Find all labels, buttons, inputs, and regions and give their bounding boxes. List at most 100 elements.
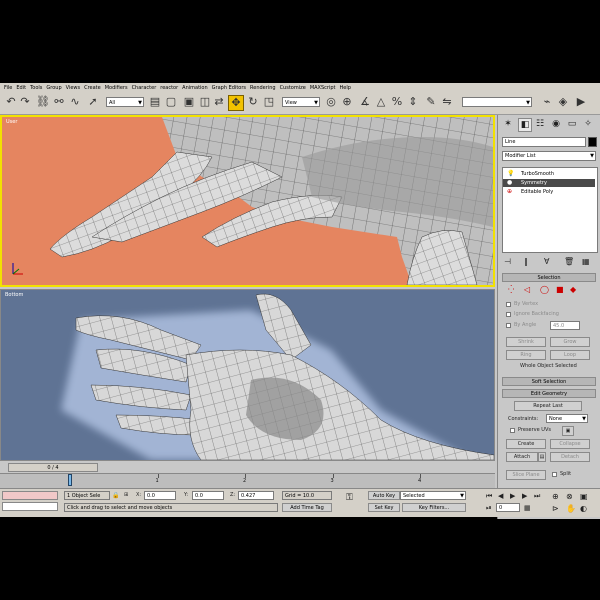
rotate-icon[interactable]: ↻ <box>246 95 260 109</box>
shrink-button[interactable]: Shrink <box>506 337 546 347</box>
vertex-level-icon[interactable]: ⁛ <box>508 285 514 294</box>
time-slider[interactable]: 0 / 4 <box>8 463 98 472</box>
next-frame-icon[interactable]: ▶ <box>522 492 527 500</box>
pin-stack-icon[interactable]: ⊣ <box>504 257 511 266</box>
remove-modifier-icon[interactable]: 🗑 <box>564 257 574 266</box>
border-level-icon[interactable]: ◯ <box>540 285 549 294</box>
time-configuration-icon[interactable]: ▦ <box>524 504 531 512</box>
by-vertex-checkbox[interactable] <box>506 302 511 307</box>
lightbulb-icon[interactable]: 💡 <box>507 170 514 178</box>
hierarchy-tab-icon[interactable]: ☷ <box>534 118 546 130</box>
track-bar[interactable]: 01234 <box>0 473 495 488</box>
viewport-label-user[interactable]: User <box>6 119 17 125</box>
menu-item-rendering[interactable]: Rendering <box>250 85 276 91</box>
x-coordinate-field[interactable]: 0.0 <box>144 491 176 500</box>
maxscript-listener-mini[interactable] <box>2 491 58 500</box>
expand-icon[interactable]: ⊕ <box>507 188 512 196</box>
menu-item-graph-editors[interactable]: Graph Editors <box>212 85 246 91</box>
arc-rotate-icon[interactable]: ◐ <box>580 504 587 513</box>
curve-editor-icon[interactable]: ⌁ <box>540 95 554 109</box>
preserve-uvs-settings-button[interactable]: ▣ <box>562 426 574 436</box>
snap-toggle-icon[interactable]: ∡ <box>358 95 372 109</box>
motion-tab-icon[interactable]: ◉ <box>550 118 562 130</box>
display-tab-icon[interactable]: ▭ <box>566 118 578 130</box>
link-icon[interactable]: ⛓ <box>36 95 50 109</box>
create-button[interactable]: Create <box>506 439 546 449</box>
menu-item-help[interactable]: Help <box>339 85 350 91</box>
menu-item-animation[interactable]: Animation <box>182 85 208 91</box>
play-icon[interactable]: ▶ <box>510 492 515 500</box>
attach-list-button[interactable]: ▤ <box>538 452 546 462</box>
set-key-button[interactable]: Set Key <box>368 503 400 512</box>
preserve-uvs-checkbox[interactable] <box>510 428 515 433</box>
lightbulb-icon[interactable]: ● <box>507 179 512 187</box>
loop-button[interactable]: Loop <box>550 350 590 360</box>
ring-button[interactable]: Ring <box>506 350 546 360</box>
key-mode-dropdown[interactable]: Selected ▼ <box>400 491 466 500</box>
percent-snap-icon[interactable]: % <box>390 95 404 109</box>
menu-item-modifiers[interactable]: Modifiers <box>105 85 128 91</box>
utilities-tab-icon[interactable]: ✧ <box>582 118 594 130</box>
add-time-tag-button[interactable]: Add Time Tag <box>282 503 332 512</box>
edge-level-icon[interactable]: ◁ <box>524 285 530 294</box>
zoom-extents-icon[interactable]: ▣ <box>580 492 588 501</box>
pan-icon[interactable]: ✋ <box>566 504 576 513</box>
polygon-level-icon[interactable]: ■ <box>556 285 564 294</box>
z-coordinate-field[interactable]: 0.427 <box>238 491 274 500</box>
collapse-button[interactable]: Collapse <box>550 439 590 449</box>
menu-item-reactor[interactable]: reactor <box>160 85 178 91</box>
undo-icon[interactable]: ↶ <box>4 95 18 109</box>
current-time-marker[interactable] <box>68 474 72 486</box>
absolute-mode-icon[interactable]: ⊞ <box>124 492 128 498</box>
spinner-snap-icon[interactable]: ⇕ <box>406 95 420 109</box>
selection-rollout-title[interactable]: Selection <box>502 273 596 282</box>
slice-plane-button[interactable]: Slice Plane <box>506 470 546 480</box>
named-selection-sets-dropdown[interactable]: ▼ <box>462 97 532 107</box>
menu-item-edit[interactable]: Edit <box>16 85 26 91</box>
grow-button[interactable]: Grow <box>550 337 590 347</box>
detach-button[interactable]: Detach <box>550 452 590 462</box>
lock-selection-icon[interactable]: 🔒 <box>112 492 119 499</box>
stack-item-editable-poly[interactable]: ⊕ Editable Poly <box>503 188 595 196</box>
configure-modifier-sets-icon[interactable]: ▦ <box>582 257 590 266</box>
object-color-swatch[interactable] <box>588 137 597 147</box>
goto-start-icon[interactable]: ⏮ <box>486 492 492 501</box>
ignore-backfacing-checkbox[interactable] <box>506 312 511 317</box>
menu-item-tools[interactable]: Tools <box>30 85 42 91</box>
previous-frame-icon[interactable]: ◀ <box>498 492 503 500</box>
menu-item-group[interactable]: Group <box>46 85 61 91</box>
select-by-name-icon[interactable]: ▤ <box>148 95 162 109</box>
user-viewport[interactable]: User <box>0 115 495 287</box>
select-move-icon[interactable]: ⇄ <box>212 95 226 109</box>
goto-end-icon[interactable]: ⏭ <box>534 492 540 501</box>
modify-tab-icon[interactable]: ◧ <box>518 118 532 132</box>
select-manipulate-icon[interactable]: ⊕ <box>340 95 354 109</box>
key-icon[interactable]: ⚿ <box>346 493 353 503</box>
y-coordinate-field[interactable]: 0.0 <box>192 491 224 500</box>
menu-item-views[interactable]: Views <box>66 85 80 91</box>
render-icon[interactable]: ▶ <box>574 95 588 109</box>
material-editor-icon[interactable]: ◈ <box>556 95 570 109</box>
auto-key-button[interactable]: Auto Key <box>368 491 400 500</box>
zoom-all-icon[interactable]: ⊗ <box>566 492 573 501</box>
key-filters-button[interactable]: Key Filters... <box>402 503 466 512</box>
bottom-viewport[interactable]: Bottom <box>0 289 495 461</box>
window-crossing-icon[interactable]: ▣ <box>182 95 196 109</box>
menu-item-file[interactable]: File <box>4 85 12 91</box>
field-of-view-icon[interactable]: ⊳ <box>552 504 559 513</box>
current-frame-field[interactable]: 0 <box>496 503 520 512</box>
select-object-icon[interactable]: ➚ <box>86 95 100 109</box>
unlink-icon[interactable]: ⚯ <box>52 95 66 109</box>
redo-icon[interactable]: ↷ <box>18 95 32 109</box>
named-selection-icon[interactable]: ✎ <box>424 95 438 109</box>
repeat-last-button[interactable]: Repeat Last <box>514 401 582 411</box>
rectangular-selection-icon[interactable]: ▢ <box>164 95 178 109</box>
edit-geometry-rollout-title[interactable]: Edit Geometry <box>502 389 596 398</box>
modifier-list-dropdown[interactable]: Modifier List ▼ <box>502 151 596 161</box>
menu-item-maxscript[interactable]: MAXScript <box>310 85 336 91</box>
scale-icon[interactable]: ◳ <box>262 95 276 109</box>
show-end-result-icon[interactable]: ‖ <box>524 257 528 266</box>
bind-space-warp-icon[interactable]: ∿ <box>68 95 82 109</box>
constraints-dropdown[interactable]: None ▼ <box>546 414 588 423</box>
attach-button[interactable]: Attach <box>506 452 538 462</box>
